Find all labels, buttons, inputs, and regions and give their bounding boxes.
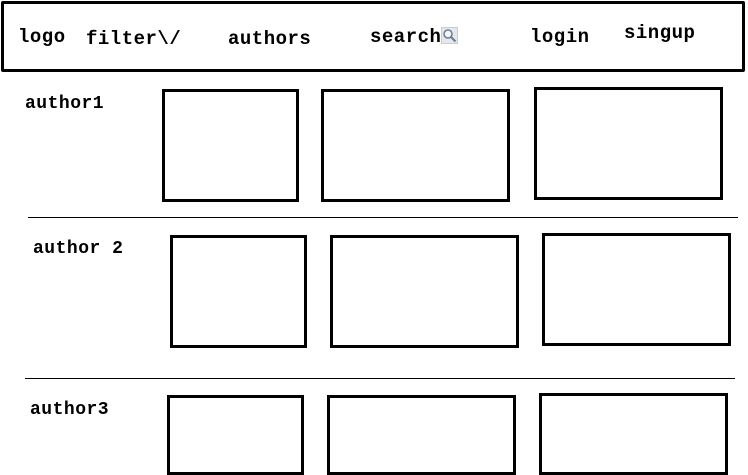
row-divider [25,378,735,379]
filter-dropdown[interactable]: filter\/ [86,30,181,49]
author-card[interactable] [327,395,516,475]
login-link[interactable]: login [530,28,590,47]
author-name[interactable]: author 2 [33,240,123,258]
search-label: search [370,26,442,48]
authors-link[interactable]: authors [228,30,311,49]
author-card[interactable] [542,233,731,346]
author-card[interactable] [539,393,728,475]
author-card[interactable] [170,235,307,348]
author-card[interactable] [534,87,723,200]
author-card[interactable] [167,395,304,475]
signup-link[interactable]: singup [624,24,695,43]
search-icon[interactable] [441,27,459,44]
author-card[interactable] [321,89,510,202]
logo[interactable]: logo [18,28,66,47]
author-card[interactable] [330,235,519,348]
search-box[interactable]: search [370,26,459,48]
author-card[interactable] [162,89,299,202]
top-nav-bar: logo filter\/ authors search login singu… [1,1,745,72]
row-divider [28,217,738,218]
author-name[interactable]: author3 [30,401,109,419]
author-name[interactable]: author1 [25,95,104,113]
